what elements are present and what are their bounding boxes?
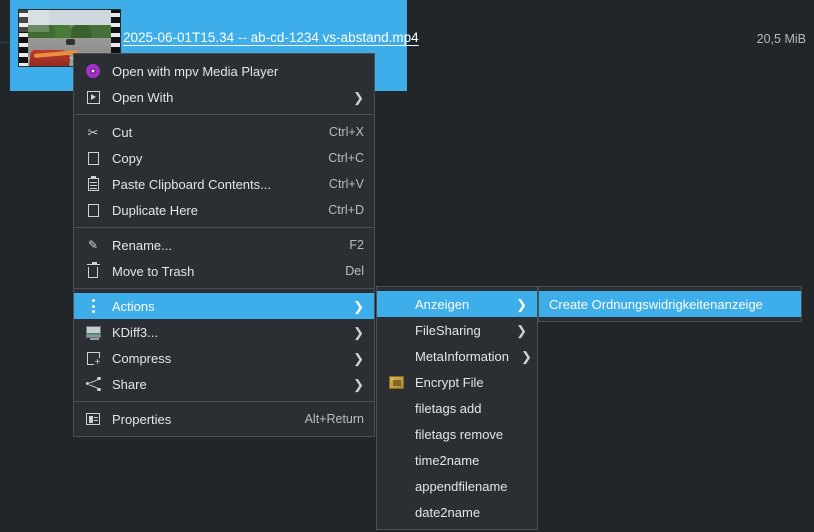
menu-item[interactable]: appendfilename xyxy=(377,473,537,499)
menu-item-label: FileSharing xyxy=(415,322,481,338)
menu-item-icon-placeholder xyxy=(387,348,405,364)
menu-item[interactable]: Move to Trash Del xyxy=(74,258,374,284)
anzeigen-submenu[interactable]: Create Ordnungswidrigkeitenanzeige xyxy=(538,286,802,322)
menu-item-icon-placeholder xyxy=(387,400,405,416)
menu-item-label: Open with mpv Media Player xyxy=(112,63,279,79)
menu-item-label: Properties xyxy=(112,411,172,427)
mpv-icon xyxy=(84,63,102,79)
chevron-right-icon: ❯ xyxy=(520,348,532,364)
menu-item-label: KDiff3... xyxy=(112,324,159,340)
menu-separator xyxy=(74,288,374,289)
menu-item-shortcut: Del xyxy=(345,264,364,278)
menu-item-label: Move to Trash xyxy=(112,263,195,279)
three-dots-icon xyxy=(84,298,102,314)
duplicate-icon xyxy=(84,201,105,218)
menu-item-icon-placeholder xyxy=(387,296,405,312)
menu-item[interactable]: filetags add xyxy=(377,395,537,421)
compress-icon xyxy=(84,350,102,368)
menu-item[interactable]: Paste Clipboard Contents... Ctrl+V xyxy=(74,171,374,197)
share-icon xyxy=(84,376,102,392)
menu-item-shortcut: Alt+Return xyxy=(304,412,364,426)
thumbnail-hover-overlay xyxy=(19,10,49,32)
file-name-label[interactable]: 2025-06-01T15.34 -- ab-cd-1234 vs-abstan… xyxy=(123,30,419,45)
menu-item-label: Create Ordnungswidrigkeitenanzeige xyxy=(549,296,763,312)
menu-item-label: Rename... xyxy=(112,237,172,253)
chevron-right-icon: ❯ xyxy=(353,89,364,105)
menu-item[interactable]: Actions ❯ xyxy=(74,293,374,319)
menu-item-shortcut: Ctrl+C xyxy=(328,151,364,165)
menu-item-label: appendfilename xyxy=(415,478,508,494)
clipboard-icon xyxy=(84,175,102,192)
menu-item[interactable]: filetags remove xyxy=(377,421,537,447)
chevron-right-icon: ❯ xyxy=(353,376,364,392)
menu-item[interactable]: Compress ❯ xyxy=(74,345,374,371)
menu-item-label: Anzeigen xyxy=(415,296,470,312)
file-manager-window: 2025-06-01T15.34 -- ab-cd-1234 vs-abstan… xyxy=(0,0,814,532)
menu-item-label: MetaInformation xyxy=(415,348,509,364)
menu-item[interactable]: Share ❯ xyxy=(74,371,374,397)
menu-item[interactable]: KDiff3... ❯ xyxy=(74,319,374,345)
menu-item-label: Share xyxy=(112,376,147,392)
menu-item-shortcut: Ctrl+X xyxy=(328,125,364,139)
menu-item[interactable]: Create Ordnungswidrigkeitenanzeige xyxy=(539,291,801,317)
menu-item-label: Actions xyxy=(112,298,155,314)
properties-icon xyxy=(84,411,102,427)
trash-icon xyxy=(84,261,102,279)
context-menu[interactable]: Open with mpv Media Player Open With ❯ ✂ Cut… xyxy=(73,53,375,437)
menu-item-label: Cut xyxy=(112,124,133,140)
thumbnail-car xyxy=(66,39,76,45)
menu-item-label: Compress xyxy=(112,350,172,366)
menu-item[interactable]: Encrypt File xyxy=(377,369,537,395)
menu-item-label: Paste Clipboard Contents... xyxy=(112,176,271,192)
file-size-label: 20,5 MiB xyxy=(756,32,806,46)
menu-separator xyxy=(74,227,374,228)
menu-item-icon-placeholder xyxy=(387,478,405,494)
menu-item-label: time2name xyxy=(415,452,480,468)
menu-item[interactable]: ✎ Rename... F2 xyxy=(74,232,374,258)
menu-item-label: Open With xyxy=(112,89,174,105)
monitor-icon xyxy=(84,324,102,340)
menu-item-label: filetags remove xyxy=(415,426,504,442)
menu-item[interactable]: Copy Ctrl+C xyxy=(74,145,374,171)
menu-item-label: filetags add xyxy=(415,400,482,416)
menu-separator xyxy=(74,114,374,115)
menu-item[interactable]: Anzeigen ❯ xyxy=(377,291,537,317)
chevron-right-icon: ❯ xyxy=(516,322,527,338)
menu-item-label: date2name xyxy=(415,504,481,520)
chevron-right-icon: ❯ xyxy=(353,350,364,366)
chevron-right-icon: ❯ xyxy=(353,324,364,340)
pencil-icon: ✎ xyxy=(87,238,99,252)
menu-item-label: Encrypt File xyxy=(415,374,484,390)
menu-item[interactable]: date2name xyxy=(377,499,537,525)
menu-item[interactable]: Open with mpv Media Player xyxy=(74,58,374,84)
menu-item-shortcut: Ctrl+V xyxy=(328,177,364,191)
menu-item[interactable]: Properties Alt+Return xyxy=(74,406,374,432)
menu-item-shortcut: Ctrl+D xyxy=(328,203,364,217)
encrypt-icon xyxy=(387,374,405,390)
menu-item[interactable]: time2name xyxy=(377,447,537,473)
menu-item-icon-placeholder xyxy=(387,426,405,442)
menu-item-label: Copy xyxy=(112,150,143,166)
menu-item[interactable]: Duplicate Here Ctrl+D xyxy=(74,197,374,223)
actions-submenu[interactable]: Anzeigen ❯ FileSharing ❯ MetaInformation ❯ Enc… xyxy=(376,286,538,530)
chevron-right-icon: ❯ xyxy=(353,298,364,314)
copy-icon xyxy=(84,149,105,166)
menu-item[interactable]: FileSharing ❯ xyxy=(377,317,537,343)
chevron-right-icon: ❯ xyxy=(516,296,527,312)
open-with-icon xyxy=(84,89,102,105)
menu-item-shortcut: F2 xyxy=(349,238,364,252)
menu-item-icon-placeholder xyxy=(387,322,405,338)
panel-divider xyxy=(0,42,10,43)
menu-item-icon-placeholder xyxy=(387,504,405,520)
menu-item[interactable]: MetaInformation ❯ xyxy=(377,343,537,369)
menu-item[interactable]: Open With ❯ xyxy=(74,84,374,110)
menu-item-label: Duplicate Here xyxy=(112,202,198,218)
menu-separator xyxy=(74,401,374,402)
menu-item-icon-placeholder xyxy=(387,452,405,468)
menu-item[interactable]: ✂ Cut Ctrl+X xyxy=(74,119,374,145)
scissors-icon: ✂ xyxy=(87,124,99,140)
